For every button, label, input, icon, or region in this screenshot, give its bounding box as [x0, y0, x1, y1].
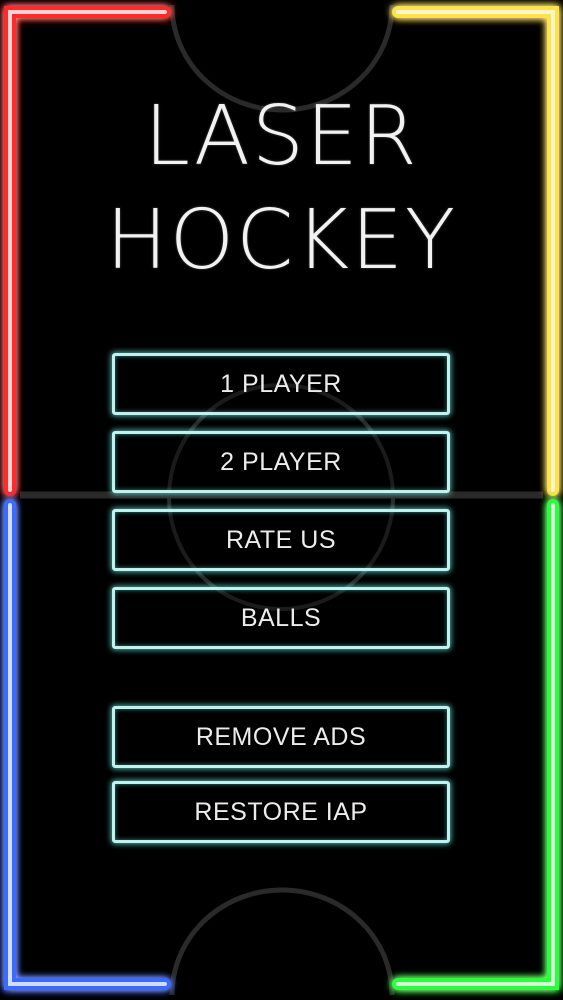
- balls-label: BALLS: [240, 603, 322, 632]
- balls-button[interactable]: BALLS: [112, 587, 450, 649]
- two-player-label: 2 PLAYER: [220, 447, 342, 476]
- game-title-line-1: LASER: [144, 89, 419, 184]
- remove-ads-button[interactable]: REMOVE ADS: [112, 706, 450, 768]
- game-title-line-2: HOCKEY: [105, 193, 458, 288]
- remove-ads-label: REMOVE ADS: [195, 722, 367, 751]
- restore-iap-label: RESTORE IAP: [194, 797, 368, 826]
- bottom-goal-arc: [169, 887, 395, 996]
- rate-us-button[interactable]: RATE US: [112, 509, 450, 571]
- restore-iap-button[interactable]: RESTORE IAP: [112, 781, 450, 843]
- rate-us-label: RATE US: [226, 525, 336, 554]
- one-player-label: 1 PLAYER: [220, 369, 342, 398]
- one-player-button[interactable]: 1 PLAYER: [112, 353, 450, 415]
- two-player-button[interactable]: 2 PLAYER: [112, 431, 450, 493]
